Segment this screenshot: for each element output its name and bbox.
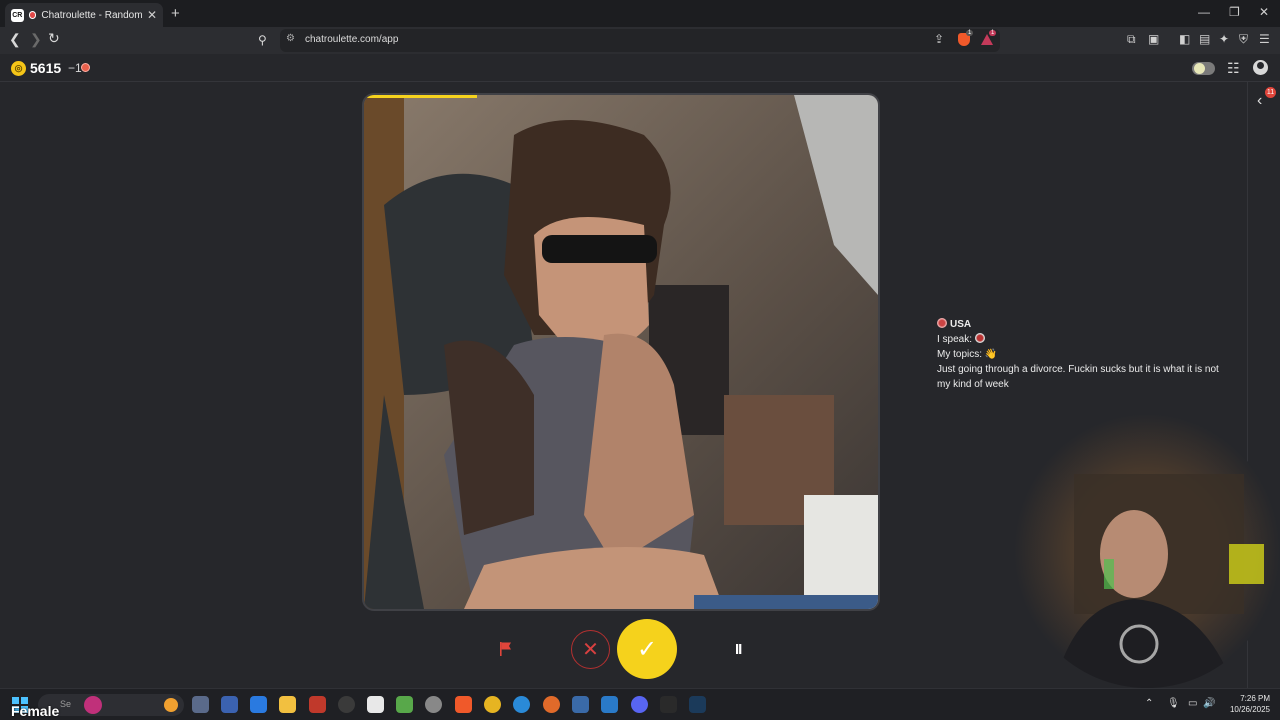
wallet-icon[interactable]: ▤ (1199, 32, 1210, 46)
app-a-icon[interactable] (660, 696, 677, 713)
skip-button[interactable]: ✕ (571, 630, 610, 669)
partner-bio: Just going through a divorce. Fuckin suc… (937, 364, 1219, 390)
vpn-app-icon[interactable] (396, 696, 413, 713)
gender-filter-label: Female (11, 703, 60, 719)
leo-ai-icon[interactable]: ✦ (1219, 32, 1229, 46)
partner-video (362, 93, 880, 611)
extensions-icon[interactable]: ⧉ (1127, 32, 1136, 47)
brave-browser-icon[interactable] (455, 696, 472, 713)
microphone-icon[interactable]: 🎙 (1167, 698, 1180, 709)
clock-time: 7:26 PM (1240, 694, 1270, 703)
remote-desktop-icon[interactable] (250, 696, 267, 713)
speedtest-icon[interactable] (338, 696, 355, 713)
speaks-label: I speak: (937, 334, 973, 345)
coin-cost: −1 (68, 61, 82, 75)
discord-icon[interactable] (631, 696, 648, 713)
bookmark-icon[interactable]: ⚲ (258, 33, 267, 47)
vscode-icon[interactable] (601, 696, 618, 713)
sidebar-icon[interactable]: ◧ (1179, 32, 1190, 46)
browser-tab-strip: CR Chatroulette - Random video chat ✕ + … (0, 0, 1280, 27)
widgets-icon[interactable] (221, 696, 238, 713)
site-settings-icon[interactable]: ⚙ (286, 33, 295, 44)
menu-icon[interactable]: ☰ (1259, 32, 1270, 46)
topics-label: My topics: (937, 349, 983, 360)
arduino-icon[interactable] (572, 696, 589, 713)
steam-icon[interactable] (689, 696, 706, 713)
language-flag-icon (974, 333, 985, 343)
partner-country: USA (950, 319, 972, 330)
windows-taskbar: Se Female ⌃ 🎙 ▭ 🔊 7:26 PM 10/26/2025 (0, 688, 1280, 720)
search-highlight-icon (164, 698, 178, 712)
tray-overflow-icon[interactable]: ⌃ (1145, 698, 1153, 709)
voice-app-icon[interactable] (309, 696, 326, 713)
recording-indicator-icon (28, 11, 37, 19)
tab-close-icon[interactable]: ✕ (147, 8, 157, 22)
app-header: ◎ 5615 −1 ☷ (0, 54, 1280, 82)
tab-search-icon[interactable]: ▣ (1148, 32, 1159, 46)
avatar (84, 696, 102, 714)
pause-button[interactable]: II (735, 641, 742, 658)
accept-button[interactable]: ✓ (617, 619, 677, 679)
firefox-icon[interactable] (543, 696, 560, 713)
back-icon[interactable]: ❮ (9, 31, 21, 48)
chatroulette-favicon-icon: CR (11, 8, 24, 22)
browser-tab[interactable]: CR Chatroulette - Random video chat ✕ (5, 3, 163, 27)
coin-cost-icon (81, 63, 90, 72)
chevron-left-icon[interactable]: ‹ (1257, 92, 1262, 110)
taskbar-search-text: Se (60, 699, 72, 709)
notification-badge: 11 (1265, 87, 1276, 98)
wave-icon: 👋 (984, 349, 998, 360)
new-tab-button[interactable]: + (171, 5, 180, 22)
mode-toggle-knob (1194, 63, 1205, 74)
reload-icon[interactable]: ↻ (48, 30, 60, 47)
volume-icon[interactable]: 🔊 (1203, 698, 1215, 709)
partner-video-frame (364, 95, 878, 609)
self-camera-frame (1014, 414, 1280, 688)
forward-icon[interactable]: ❯ (30, 31, 42, 48)
close-window-button[interactable]: ✕ (1259, 5, 1269, 19)
edge-icon[interactable] (513, 696, 530, 713)
minimize-button[interactable]: — (1198, 5, 1210, 19)
coin-icon: ◎ (11, 61, 26, 76)
coin-balance: 5615 (30, 60, 62, 76)
self-camera-preview (1014, 414, 1280, 688)
match-timer-progress (364, 95, 478, 98)
address-bar[interactable]: ⚙ chatroulette.com/app (280, 29, 1000, 52)
taskbar-search[interactable]: Se (38, 694, 184, 716)
us-flag-icon (937, 318, 947, 328)
taskbar-clock[interactable]: 7:26 PM 10/26/2025 (1220, 693, 1270, 715)
filters-icon[interactable]: ☷ (1227, 60, 1240, 77)
report-flag-icon[interactable] (499, 641, 513, 657)
url-text: chatroulette.com/app (305, 34, 399, 45)
restore-button[interactable]: ❐ (1229, 5, 1240, 19)
vpn-shield-icon[interactable]: ⛨ (1239, 32, 1248, 47)
share-icon[interactable]: ⇪ (934, 32, 944, 46)
network-icon[interactable]: ▭ (1188, 698, 1197, 709)
task-view-icon[interactable] (192, 696, 209, 713)
clock-date: 10/26/2025 (1229, 705, 1270, 714)
browser-toolbar: ❮ ❯ ↻ ⚲ ⚙ chatroulette.com/app ⇪ 1 1 ⧉ ▣… (0, 27, 1280, 54)
partner-info: USA I speak: My topics: 👋 Just going thr… (937, 317, 1227, 392)
tab-title: Chatroulette - Random video chat (41, 9, 142, 21)
file-explorer-icon[interactable] (279, 696, 296, 713)
capcut-icon[interactable] (367, 696, 384, 713)
chrome-icon[interactable] (484, 696, 501, 713)
chatgpt-icon[interactable] (425, 696, 442, 713)
profile-icon[interactable] (1253, 60, 1268, 75)
